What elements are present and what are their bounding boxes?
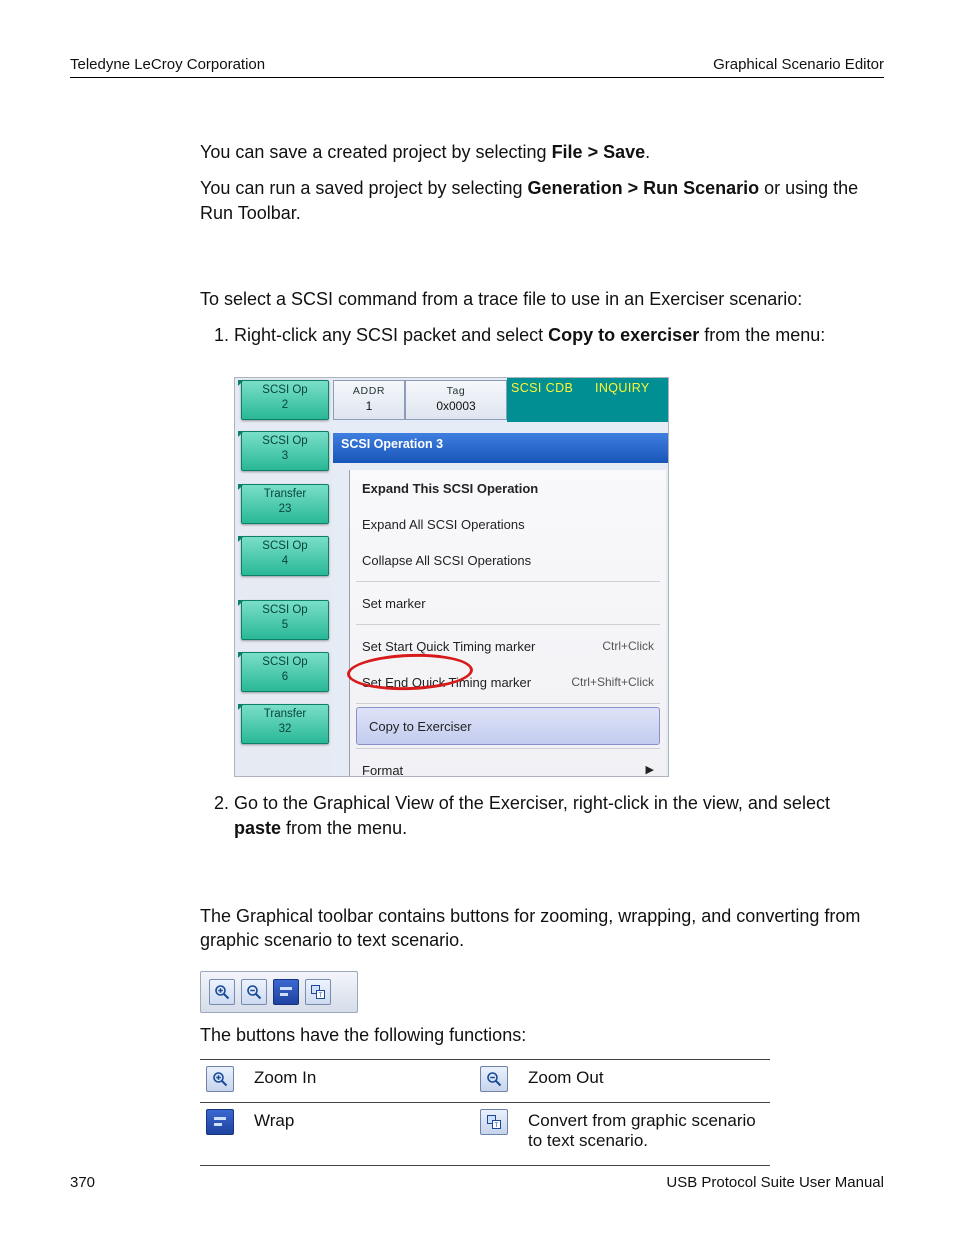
context-menu: Expand This SCSI Operation Expand All SC… [349,470,666,776]
menu-expand-all[interactable]: Expand All SCSI Operations [350,506,666,542]
paragraph-button-functions: The buttons have the following functions… [200,1023,866,1047]
zoom-in-label: Zoom In [248,1059,474,1102]
wrap-label: Wrap [248,1102,474,1165]
paragraph-save: You can save a created project by select… [200,140,866,164]
step-2: Go to the Graphical View of the Exercise… [234,791,866,840]
paragraph-toolbar-intro: The Graphical toolbar contains buttons f… [200,904,866,953]
menu-copy-to-exerciser[interactable]: Copy to Exerciser [356,707,660,745]
scsi-op-5[interactable]: SCSI Op5 [241,600,329,640]
zoom-out-icon[interactable] [241,979,267,1005]
scsi-op-4[interactable]: SCSI Op4 [241,536,329,576]
graphical-toolbar: T [200,971,358,1013]
header-right: Graphical Scenario Editor [713,56,884,73]
menu-copy-to-exerciser: Copy to exerciser [548,325,699,345]
trace-header-row: ADDR 1 Tag 0x0003 SCSI CDB INQUIRY [333,378,668,418]
page-footer: 370 USB Protocol Suite User Manual [70,1174,884,1191]
page-header: Teledyne LeCroy Corporation Graphical Sc… [70,56,884,78]
paragraph-select-scsi: To select a SCSI command from a trace fi… [200,287,866,311]
zoom-in-icon [206,1066,234,1092]
chevron-right-icon: ▶ [646,763,654,777]
zoom-out-icon [480,1066,508,1092]
menu-paste: paste [234,818,281,838]
zoom-out-label: Zoom Out [522,1059,770,1102]
menu-expand-this[interactable]: Expand This SCSI Operation [350,470,666,506]
trace-left-column: SCSI Op2 SCSI Op3 Transfer23 SCSI Op4 SC… [235,378,333,776]
convert-label: Convert from graphic scenario to text sc… [522,1102,770,1165]
svg-text:T: T [495,1123,499,1129]
inquiry-label: INQUIRY [593,378,668,422]
wrap-icon [206,1109,234,1135]
scsi-cdb-label: SCSI CDB [507,378,593,422]
scsi-op-6[interactable]: SCSI Op6 [241,652,329,692]
menu-format[interactable]: Format▶ [350,752,666,777]
context-menu-screenshot: SCSI Op2 SCSI Op3 Transfer23 SCSI Op4 SC… [234,377,669,777]
transfer-32[interactable]: Transfer32 [241,704,329,744]
toolbar-function-table: Zoom In Zoom Out Wrap T Convert from gra… [200,1059,770,1166]
tag-cell: Tag 0x0003 [405,380,507,420]
menu-path-run-scenario: Generation > Run Scenario [528,178,760,198]
header-left: Teledyne LeCroy Corporation [70,56,265,73]
scsi-op-3[interactable]: SCSI Op3 [241,431,329,471]
scsi-operation-title: SCSI Operation 3 [333,433,668,463]
convert-to-text-icon[interactable]: T [305,979,331,1005]
menu-start-timing[interactable]: Set Start Quick Timing markerCtrl+Click [350,628,666,664]
menu-collapse-all[interactable]: Collapse All SCSI Operations [350,542,666,578]
convert-to-text-icon: T [480,1109,508,1135]
transfer-23[interactable]: Transfer23 [241,484,329,524]
scsi-op-2[interactable]: SCSI Op2 [241,380,329,420]
wrap-icon[interactable] [273,979,299,1005]
svg-text:T: T [319,993,323,999]
menu-path-file-save: File > Save [552,142,646,162]
menu-end-timing[interactable]: Set End Quick Timing markerCtrl+Shift+Cl… [350,664,666,700]
menu-set-marker[interactable]: Set marker [350,585,666,621]
addr-cell: ADDR 1 [333,380,405,420]
page-number: 370 [70,1174,95,1191]
paragraph-run: You can run a saved project by selecting… [200,176,866,225]
manual-title: USB Protocol Suite User Manual [666,1174,884,1191]
step-1: Right-click any SCSI packet and select C… [234,323,866,777]
steps-list: Right-click any SCSI packet and select C… [200,323,866,840]
zoom-in-icon[interactable] [209,979,235,1005]
